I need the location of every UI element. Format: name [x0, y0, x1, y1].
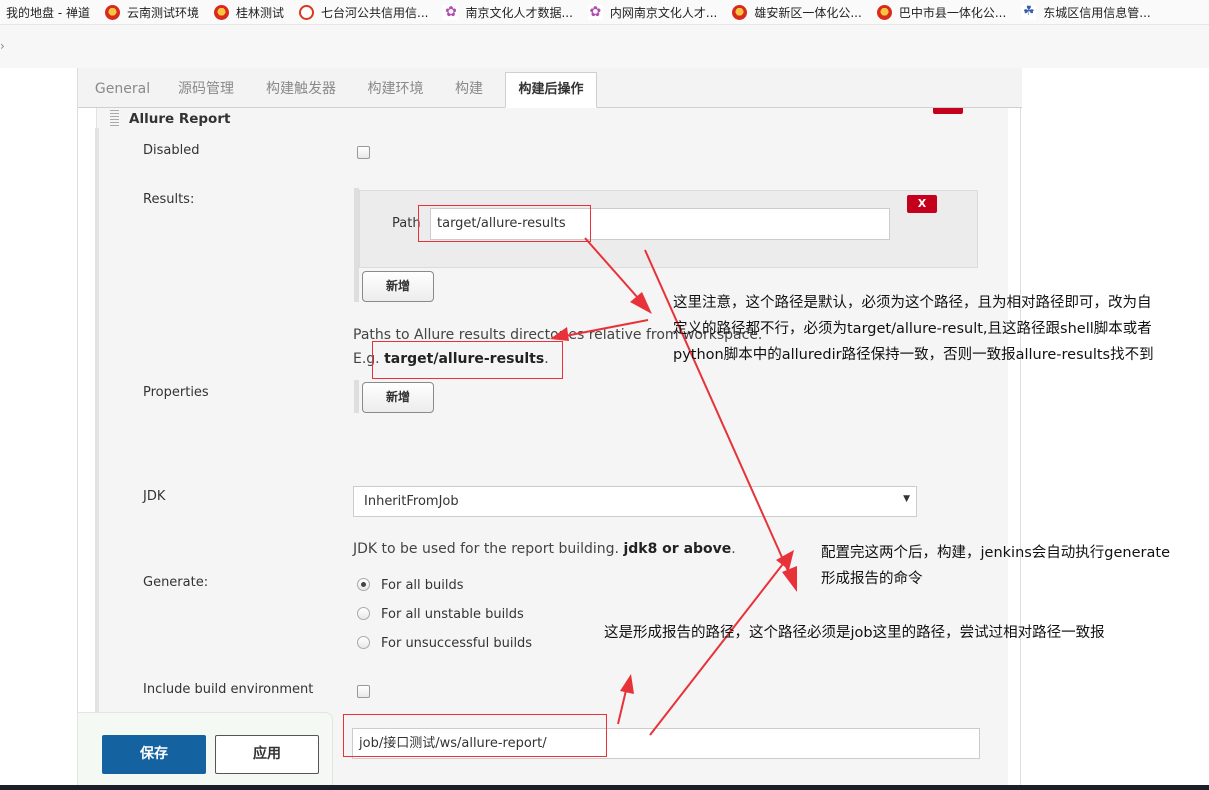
- disabled-label: Disabled: [143, 143, 200, 158]
- apply-button[interactable]: 应用: [215, 735, 319, 774]
- jdk-select-value: InheritFromJob: [364, 494, 459, 509]
- jdk-help-text: JDK to be used for the report building.: [353, 541, 619, 557]
- bookmark-label: 内网南京文化人才...: [609, 5, 718, 20]
- generate-option-label: For all builds: [381, 578, 464, 593]
- emblem-icon: [104, 4, 120, 20]
- generate-option-label: For unsuccessful builds: [381, 636, 533, 651]
- save-footer: 保存 应用: [77, 712, 333, 790]
- leaf-icon: ☘: [1021, 3, 1037, 20]
- bookmark-item[interactable]: 云南测试环境: [104, 4, 199, 21]
- note-line: 配置完这两个后，构建，jenkins会自动执行generate: [821, 545, 1170, 561]
- jdk-help-dot: .: [731, 541, 736, 557]
- bookmark-item[interactable]: ✿ 内网南京文化人才...: [587, 3, 718, 21]
- annotation-box-report-path: [343, 714, 607, 757]
- generate-radio-all[interactable]: [357, 578, 370, 591]
- save-button[interactable]: 保存: [102, 735, 206, 774]
- tab-source-control[interactable]: 源码管理: [166, 72, 246, 108]
- note-line: 定义的路径都不行，必须为target/allure-result,且这路径跟sh…: [673, 321, 1152, 337]
- tab-build-triggers[interactable]: 构建触发器: [256, 72, 346, 108]
- note-line: 形成报告的命令: [821, 571, 923, 587]
- bookmark-item[interactable]: ✿ 南京文化人才数据...: [443, 3, 573, 21]
- bookmark-label: 七台河公共信用信...: [321, 5, 429, 20]
- generate-radio-unsuccessful[interactable]: [357, 636, 370, 649]
- drag-handle-icon[interactable]: [110, 110, 119, 128]
- jdk-select[interactable]: InheritFromJob ▼: [353, 486, 917, 517]
- bookmark-label: 我的地盘 - 禅道: [6, 5, 90, 20]
- bookmark-item[interactable]: 巴中市县一体化公...: [876, 4, 1007, 21]
- caret-down-icon: ▼: [903, 494, 910, 504]
- bookmark-item[interactable]: 桂林测试: [213, 4, 284, 21]
- bookmark-label: 桂林测试: [235, 5, 284, 20]
- jdk-help-bold: jdk8 or above: [623, 541, 732, 557]
- emblem-icon: [876, 4, 892, 20]
- page-top-strip: ›: [0, 24, 1209, 68]
- annotation-box-path: [418, 205, 591, 242]
- tab-general[interactable]: General: [84, 72, 161, 108]
- section-delete-button[interactable]: [933, 108, 963, 114]
- bookmark-item[interactable]: 雄安新区一体化公...: [732, 4, 862, 21]
- properties-label: Properties: [143, 385, 209, 400]
- emblem-icon: [213, 4, 229, 20]
- note-line: 这里注意，这个路径是默认，必须为这个路径，且为相对路径即可，改为自: [673, 295, 1152, 311]
- note-line: python脚本中的alluredir路径保持一致，否则一致报allure-re…: [673, 347, 1154, 363]
- bookmark-label: 东城区信用信息管...: [1043, 5, 1151, 20]
- generate-option-label: For all unstable builds: [381, 607, 524, 622]
- annotation-note-report-path: 这是形成报告的路径，这个路径必须是job这里的路径，尝试过相对路径一致报: [604, 625, 1105, 641]
- add-property-button[interactable]: 新增: [362, 382, 434, 413]
- include-env-checkbox[interactable]: [357, 685, 370, 698]
- star-icon: ✿: [443, 3, 459, 20]
- results-label: Results:: [143, 192, 195, 207]
- jdk-label: JDK: [143, 489, 166, 504]
- bookmark-label: 云南测试环境: [126, 5, 199, 20]
- tab-build[interactable]: 构建: [444, 72, 494, 108]
- annotation-box-example: [372, 341, 563, 379]
- bookmark-label: 巴中市县一体化公...: [898, 5, 1007, 20]
- tab-build-env[interactable]: 构建环境: [358, 72, 433, 108]
- bookmarks-bar: 我的地盘 - 禅道 云南测试环境 桂林测试 七台河公共信用信... ✿ 南京文化…: [0, 0, 1209, 24]
- section-border: [95, 128, 99, 728]
- bookmark-label: 雄安新区一体化公...: [754, 5, 862, 20]
- include-env-label: Include build environment: [143, 682, 314, 697]
- star-icon: ✿: [587, 3, 603, 20]
- add-result-button[interactable]: 新增: [362, 271, 434, 302]
- annotation-note-generate: 配置完这两个后，构建，jenkins会自动执行generate 形成报告的命令: [821, 540, 1170, 592]
- config-tabs: General 源码管理 构建触发器 构建环境 构建 构建后操作: [78, 68, 1022, 108]
- disabled-checkbox[interactable]: [357, 146, 370, 159]
- tab-post-build[interactable]: 构建后操作: [505, 72, 597, 108]
- allure-title: Allure Report: [129, 111, 231, 127]
- taskbar: [0, 785, 1209, 790]
- bookmark-item[interactable]: 我的地盘 - 禅道: [6, 4, 90, 21]
- bookmark-label: 南京文化人才数据...: [465, 5, 573, 20]
- generate-label: Generate:: [143, 575, 209, 590]
- chevron-right-icon[interactable]: ›: [0, 39, 5, 53]
- annotation-note-path: 这里注意，这个路径是默认，必须为这个路径，且为相对路径即可，改为自 定义的路径都…: [673, 290, 1154, 368]
- jdk-help: JDK to be used for the report building. …: [353, 541, 736, 557]
- generate-radio-unstable[interactable]: [357, 607, 370, 620]
- bookmark-item[interactable]: ☘ 东城区信用信息管...: [1021, 3, 1151, 21]
- bookmark-item[interactable]: 七台河公共信用信...: [299, 4, 428, 21]
- ring-icon: [299, 4, 314, 20]
- delete-path-button[interactable]: X: [907, 195, 937, 213]
- emblem-icon: [732, 4, 748, 20]
- properties-repeat-bar: [354, 380, 359, 413]
- path-label: Path: [392, 216, 421, 231]
